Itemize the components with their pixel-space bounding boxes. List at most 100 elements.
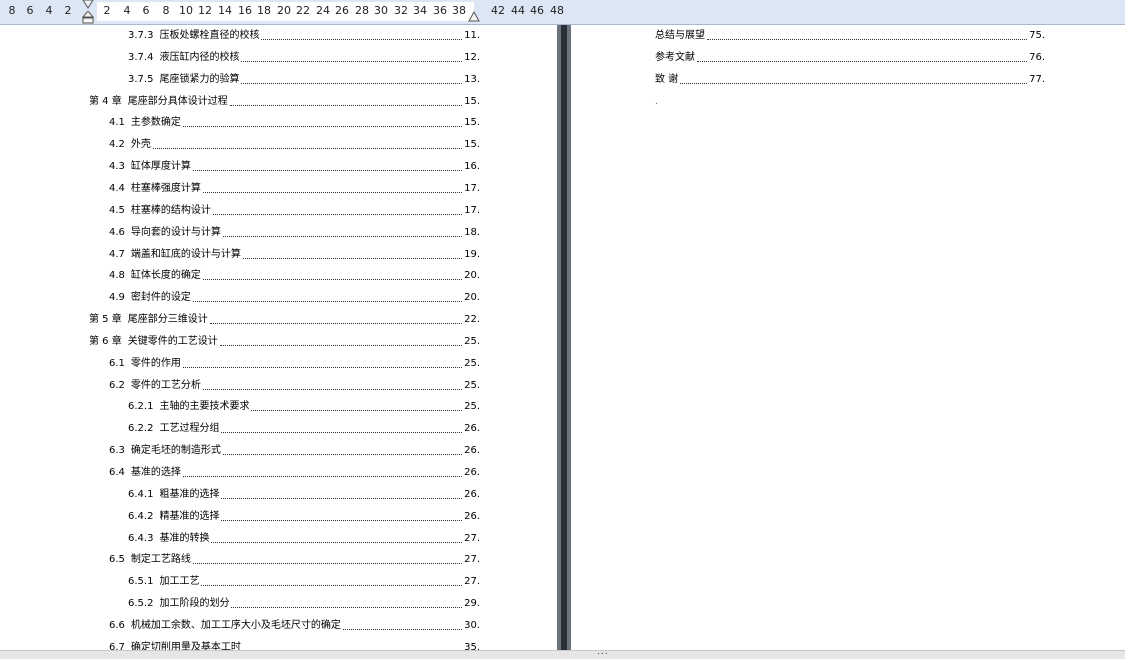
toc-entry[interactable]: 6.2 零件的工艺分析 25. (109, 379, 480, 393)
ruler-number: 12 (198, 4, 212, 17)
toc-entry[interactable]: 4.6 导向套的设计与计算 18. (109, 226, 480, 240)
ruler-number: 26 (335, 4, 349, 17)
toc-number: 6.2.1 (128, 401, 154, 413)
toc-title: 尾座部分具体设计过程 (127, 95, 228, 107)
toc-entry[interactable]: 参考文献 76. (655, 51, 1045, 65)
toc-entry[interactable]: 6.4.1 粗基准的选择 26. (128, 488, 480, 502)
toc-entry[interactable]: 4.8 缸体长度的确定 20. (109, 269, 480, 283)
document-page-left[interactable]: 3.7.3 压板处螺栓直径的校核 11. 3.7.4 液压缸内径的校核 12. 3.7.5 尾… (0, 25, 557, 653)
toc-entry[interactable]: 6.3 确定毛坯的制造形式 26. (109, 444, 480, 458)
toc-leader (202, 278, 463, 281)
toc-number: 6.4.1 (128, 488, 154, 500)
toc-entry[interactable]: 6.1 零件的作用 25. (109, 357, 480, 371)
toc-entry[interactable]: 4.1 主参数确定 15. (109, 116, 480, 130)
right-indent-marker-icon[interactable] (468, 11, 480, 23)
toc-number: 4.4 (109, 182, 125, 194)
toc-title: 液压缸内径的校核 (159, 51, 240, 63)
resize-handle-icon[interactable]: ... (597, 647, 609, 657)
toc-title: 尾座锁紧力的验算 (159, 73, 240, 85)
ruler-number: 46 (530, 4, 544, 17)
toc-number: 6.4 (109, 467, 125, 478)
toc-title: 基准的转换 (159, 532, 210, 544)
toc-entry[interactable]: 第 5 章尾座部分三维设计 22. (89, 313, 480, 327)
toc-entry[interactable]: 6.4.2 精基准的选择 26. (128, 510, 480, 524)
toc-entry[interactable]: 6.6 机械加工余数、加工工序大小及毛坯尺寸的确定 30. (109, 619, 480, 633)
toc-entry[interactable]: 6.5.1 加工工艺 27. (128, 575, 480, 589)
toc-number: 6.5.2 (128, 598, 154, 610)
toc-entry[interactable]: 6.4 基准的选择 26. (109, 466, 480, 480)
toc-number: 6.4.3 (128, 532, 154, 544)
toc-title: 确定毛坯的制造形式 (130, 445, 221, 457)
ruler-number: 8 (162, 4, 170, 17)
toc-page-number: 26. (464, 510, 480, 522)
toc-entry[interactable]: 3.7.4 液压缸内径的校核 12. (128, 51, 480, 65)
toc-title: 主参数确定 (130, 117, 181, 129)
hanging-indent-marker-icon[interactable] (82, 11, 94, 24)
toc-entry[interactable]: 6.2.2 工艺过程分组 26. (128, 422, 480, 436)
toc-page-number: 30. (464, 619, 480, 631)
toc-leader (222, 235, 463, 237)
toc-page-number: 27. (464, 554, 480, 566)
toc-entry[interactable]: 4.7 端盖和缸底的设计与计算 19. (109, 248, 480, 262)
toc-number: 3.7.4 (128, 51, 154, 63)
toc-number: 4.9 (109, 292, 125, 304)
ruler-number: 36 (433, 4, 447, 17)
toc-number: 4.1 (109, 117, 125, 129)
toc-entry[interactable]: 3.7.5 尾座锁紧力的验算 13. (128, 73, 480, 87)
toc-number: 6.4.2 (128, 510, 154, 522)
toc-page-number: 25. (464, 335, 480, 347)
toc-title: 密封件的设定 (130, 292, 191, 304)
toc-page-number: 25. (464, 357, 480, 369)
document-page-right[interactable]: . 总结与展望 75. 参考文献 76. 致 谢 77. (571, 25, 1125, 650)
toc-entry[interactable]: 4.3 缸体厚度计算 16. (109, 160, 480, 174)
ruler-number: 24 (316, 4, 330, 17)
toc-page-number: 27. (464, 532, 480, 544)
toc-leader (202, 191, 463, 193)
toc-entry[interactable]: 4.9 密封件的设定 20. (109, 291, 480, 305)
toc-title: 缸体厚度计算 (130, 161, 191, 173)
toc-entry[interactable]: 第 6 章关键零件的工艺设计 25. (89, 335, 480, 349)
ruler-number: 22 (296, 4, 310, 17)
toc-entry[interactable]: 4.2 外壳 15. (109, 138, 480, 152)
ruler-number: 16 (238, 4, 252, 17)
toc-leader (152, 147, 463, 150)
toc-title: 粗基准的选择 (159, 488, 220, 500)
toc-page-number: 15. (464, 117, 480, 129)
toc-entry[interactable]: 总结与展望 75. (655, 29, 1045, 43)
toc-entry[interactable]: 4.4 柱塞棒强度计算 17. (109, 182, 480, 196)
toc-page-number: 20. (464, 292, 480, 304)
toc-number: 第 6 章 (89, 335, 122, 347)
ruler-number: 18 (257, 4, 271, 17)
toc-entry[interactable]: 6.4.3 基准的转换 27. (128, 532, 480, 546)
toc-title: 参考文献 (655, 51, 695, 63)
first-line-indent-marker-icon[interactable] (82, 0, 94, 9)
ruler-number: 28 (355, 4, 369, 17)
ruler-number: 30 (374, 4, 388, 17)
toc-entry[interactable]: 6.2.1 主轴的主要技术要求 25. (128, 400, 480, 414)
toc-entry[interactable]: 6.5 制定工艺路线 27. (109, 553, 480, 567)
toc-leader (202, 388, 463, 390)
toc-entry[interactable]: 6.5.2 加工阶段的划分 29. (128, 597, 480, 611)
toc-entry[interactable]: 第 4 章尾座部分具体设计过程 15. (89, 95, 480, 109)
toc-title: 总结与展望 (655, 30, 705, 41)
toc-entry[interactable]: 4.5 柱塞棒的结构设计 17. (109, 204, 480, 218)
toc-entry[interactable]: 3.7.3 压板处螺栓直径的校核 11. (128, 29, 480, 43)
toc-page-number: 15. (464, 139, 480, 151)
toc-page-number: 77. (1029, 73, 1045, 85)
toc-title: 端盖和缸底的设计与计算 (130, 248, 241, 260)
horizontal-ruler[interactable]: 8 6 4 2 2 4 6 8 10 12 14 16 18 20 22 24 26 28 30 32 34 36 38 42… (0, 0, 1125, 25)
ruler-number: 48 (550, 4, 564, 17)
toc-leader (219, 344, 463, 346)
toc-page-number: 12. (464, 51, 480, 63)
toc-title: 压板处螺栓直径的校核 (159, 30, 260, 41)
toc-number: 4.6 (109, 226, 125, 238)
toc-page-number: 17. (464, 182, 480, 194)
toc-title: 柱塞棒的结构设计 (130, 204, 211, 216)
ruler-number: 42 (491, 4, 505, 17)
toc-number: 6.2 (109, 379, 125, 391)
toc-title: 精基准的选择 (159, 510, 220, 522)
toc-entry[interactable]: 致 谢 77. (655, 73, 1045, 87)
toc-leader (182, 366, 463, 368)
toc-number: 3.7.3 (128, 30, 154, 41)
ruler-number: 8 (8, 4, 16, 17)
